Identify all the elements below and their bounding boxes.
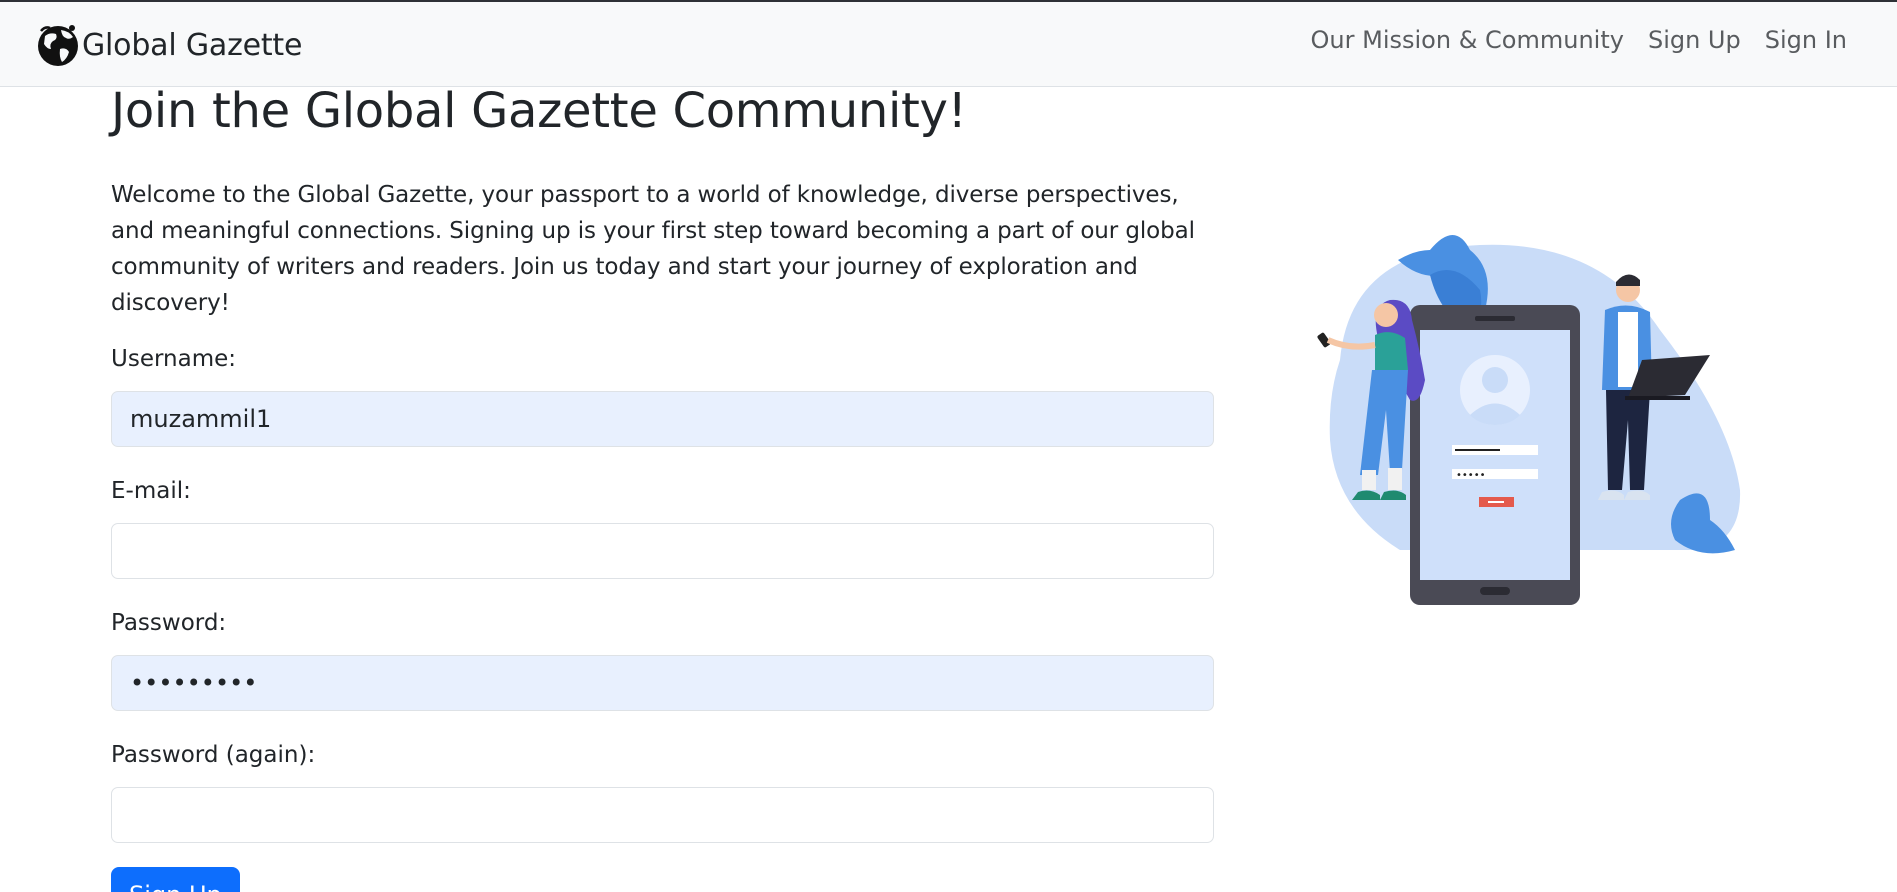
email-label: E-mail: <box>111 478 191 504</box>
brand-link[interactable]: Global Gazette <box>36 20 302 70</box>
password-input[interactable] <box>111 655 1214 711</box>
username-field-group: Username: <box>111 344 1214 447</box>
password-field-group: Password: <box>111 608 1214 711</box>
woman-top <box>1375 332 1408 370</box>
nav-links: Our Mission & Community Sign Up Sign In <box>1311 26 1847 54</box>
signup-illustration: ••••• <box>1317 235 1741 605</box>
submit-row: Sign Up <box>111 867 1214 892</box>
password-label: Password: <box>111 610 227 636</box>
navbar: Global Gazette Our Mission & Community S… <box>0 2 1897 87</box>
email-field-group: E-mail: <box>111 476 1214 579</box>
signup-form: Username: E-mail: Password: Password (ag… <box>111 344 1214 892</box>
svg-text:•••••: ••••• <box>1456 470 1486 481</box>
signup-main: Join the Global Gazette Community! Welco… <box>111 87 1214 892</box>
password-again-field-group: Password (again): <box>111 740 1214 843</box>
nav-link-mission[interactable]: Our Mission & Community <box>1311 26 1624 54</box>
password-again-label: Password (again): <box>111 742 316 768</box>
nav-link-sign-in[interactable]: Sign In <box>1765 26 1847 54</box>
password-again-input[interactable] <box>111 787 1214 843</box>
globe-icon <box>38 25 78 66</box>
username-input[interactable] <box>111 391 1214 447</box>
brand-name: Global Gazette <box>82 27 303 63</box>
intro-paragraph: Welcome to the Global Gazette, your pass… <box>111 182 1195 316</box>
sign-up-button[interactable]: Sign Up <box>111 867 240 892</box>
username-label: Username: <box>111 346 236 372</box>
nav-link-sign-up[interactable]: Sign Up <box>1648 26 1741 54</box>
page-title: Join the Global Gazette Community! <box>111 83 967 139</box>
email-input[interactable] <box>111 523 1214 579</box>
